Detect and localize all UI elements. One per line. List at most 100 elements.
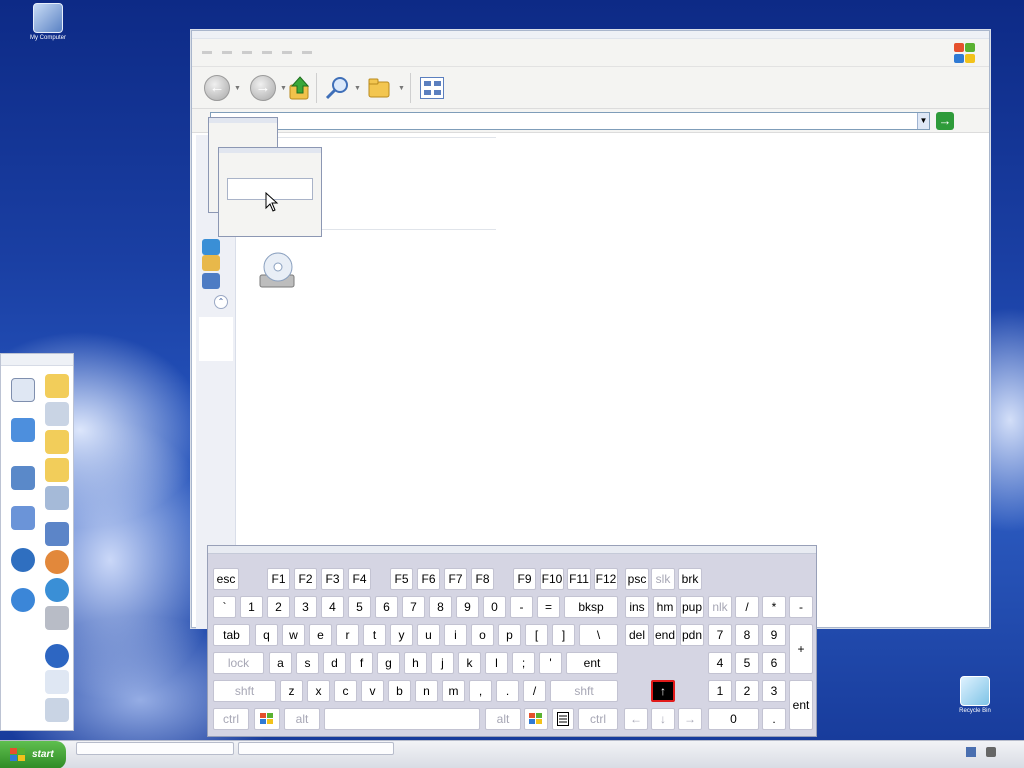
key-x[interactable]: - bbox=[510, 596, 533, 618]
key-lock[interactable]: lock bbox=[213, 652, 264, 674]
arrow-down-key[interactable]: ↓ bbox=[651, 708, 675, 730]
key-pup[interactable]: pup bbox=[680, 596, 704, 618]
window-icon[interactable] bbox=[11, 378, 35, 402]
monitor-icon[interactable] bbox=[45, 486, 69, 510]
windows-key-right[interactable] bbox=[524, 708, 548, 730]
folders-icon[interactable] bbox=[368, 77, 392, 99]
printer-icon[interactable] bbox=[45, 606, 69, 630]
folder-icon[interactable] bbox=[202, 255, 220, 271]
key-F6[interactable]: F6 bbox=[417, 568, 440, 590]
help-icon[interactable] bbox=[45, 644, 69, 668]
key-slk[interactable]: slk bbox=[651, 568, 675, 590]
open-folder-icon[interactable] bbox=[45, 458, 69, 482]
key-0[interactable]: 0 bbox=[708, 708, 759, 730]
mini-dialog-front[interactable] bbox=[218, 147, 322, 237]
key-F7[interactable]: F7 bbox=[444, 568, 467, 590]
key-v[interactable]: v bbox=[361, 680, 384, 702]
key-2[interactable]: 2 bbox=[735, 680, 759, 702]
key-k[interactable]: k bbox=[458, 652, 481, 674]
key-4[interactable]: 4 bbox=[708, 652, 732, 674]
clock-icon[interactable] bbox=[45, 402, 69, 426]
key-r[interactable]: r bbox=[336, 624, 359, 646]
notes-icon[interactable] bbox=[11, 506, 35, 530]
key-5[interactable]: 5 bbox=[348, 596, 371, 618]
back-button[interactable]: ← bbox=[204, 75, 230, 101]
arrow-up-key[interactable]: ↑ bbox=[651, 680, 675, 702]
key-ctrl[interactable]: ctrl bbox=[578, 708, 618, 730]
key-8[interactable]: 8 bbox=[735, 624, 759, 646]
key-F1[interactable]: F1 bbox=[267, 568, 290, 590]
key-7[interactable]: 7 bbox=[708, 624, 732, 646]
key-x[interactable]: . bbox=[762, 708, 786, 730]
menu-key[interactable] bbox=[552, 708, 574, 730]
key-ins[interactable]: ins bbox=[625, 596, 649, 618]
arrow-left-key[interactable]: ← bbox=[624, 708, 648, 730]
address-dropdown-icon[interactable]: ▼ bbox=[917, 113, 929, 129]
key-end[interactable]: end bbox=[653, 624, 677, 646]
key-c[interactable]: c bbox=[334, 680, 357, 702]
menu-items[interactable] bbox=[202, 51, 322, 54]
key-p[interactable]: p bbox=[498, 624, 521, 646]
key-n[interactable]: n bbox=[415, 680, 438, 702]
key-x[interactable]: ; bbox=[512, 652, 535, 674]
views-icon[interactable] bbox=[420, 77, 444, 99]
key-5[interactable]: 5 bbox=[735, 652, 759, 674]
forward-dropdown-icon[interactable]: ▼ bbox=[280, 85, 287, 92]
search-icon[interactable] bbox=[324, 75, 352, 101]
panel-titlebar[interactable] bbox=[1, 354, 73, 366]
games-icon[interactable] bbox=[45, 550, 69, 574]
key-x[interactable]: ] bbox=[552, 624, 575, 646]
key-0[interactable]: 0 bbox=[483, 596, 506, 618]
go-button[interactable]: → bbox=[936, 112, 954, 130]
key-F12[interactable]: F12 bbox=[594, 568, 618, 590]
edit-icon[interactable] bbox=[45, 522, 69, 546]
key-x[interactable]: / bbox=[523, 680, 546, 702]
my-computer-desktop-icon[interactable]: My Computer bbox=[28, 3, 68, 41]
key-esc[interactable]: esc bbox=[213, 568, 239, 590]
key-hm[interactable]: hm bbox=[653, 596, 677, 618]
key-z[interactable]: z bbox=[280, 680, 303, 702]
key-alt[interactable]: alt bbox=[485, 708, 521, 730]
keyboard-titlebar[interactable] bbox=[208, 546, 816, 554]
space-key[interactable] bbox=[324, 708, 480, 730]
address-input[interactable]: ▼ bbox=[210, 112, 930, 130]
key-x[interactable]: - bbox=[789, 596, 813, 618]
key-6[interactable]: 6 bbox=[375, 596, 398, 618]
key-f[interactable]: f bbox=[350, 652, 373, 674]
key-s[interactable]: s bbox=[296, 652, 319, 674]
key-4[interactable]: 4 bbox=[321, 596, 344, 618]
key-bksp[interactable]: bksp bbox=[564, 596, 618, 618]
key-x[interactable]: / bbox=[735, 596, 759, 618]
volume-icon[interactable] bbox=[986, 747, 996, 757]
remote-icon[interactable] bbox=[11, 466, 35, 490]
internet-explorer-icon[interactable] bbox=[11, 588, 35, 612]
key-l[interactable]: l bbox=[485, 652, 508, 674]
key-d[interactable]: d bbox=[323, 652, 346, 674]
key-1[interactable]: 1 bbox=[708, 680, 732, 702]
key-nlk[interactable]: nlk bbox=[708, 596, 732, 618]
search-dropdown-icon[interactable]: ▼ bbox=[354, 85, 361, 92]
key-y[interactable]: y bbox=[390, 624, 413, 646]
key-F8[interactable]: F8 bbox=[471, 568, 494, 590]
arrow-right-key[interactable]: → bbox=[678, 708, 702, 730]
key-m[interactable]: m bbox=[442, 680, 465, 702]
key-3[interactable]: 3 bbox=[762, 680, 786, 702]
up-folder-icon[interactable] bbox=[288, 75, 312, 101]
mail-folder-icon[interactable] bbox=[45, 430, 69, 454]
key-7[interactable]: 7 bbox=[402, 596, 425, 618]
key-del[interactable]: del bbox=[625, 624, 649, 646]
key-8[interactable]: 8 bbox=[429, 596, 452, 618]
key-psc[interactable]: psc bbox=[625, 568, 649, 590]
key-tab[interactable]: tab bbox=[213, 624, 250, 646]
key-x[interactable]: ` bbox=[213, 596, 236, 618]
key-brk[interactable]: brk bbox=[678, 568, 702, 590]
key-a[interactable]: a bbox=[269, 652, 292, 674]
network-icon[interactable] bbox=[966, 747, 976, 757]
taskbar-task-keyboard[interactable] bbox=[238, 742, 394, 755]
sync-icon[interactable] bbox=[11, 418, 35, 442]
key-x[interactable]: . bbox=[496, 680, 519, 702]
numpad-enter-key[interactable]: ent bbox=[789, 680, 813, 730]
key-F4[interactable]: F4 bbox=[348, 568, 371, 590]
key-h[interactable]: h bbox=[404, 652, 427, 674]
run-icon[interactable] bbox=[45, 698, 69, 722]
